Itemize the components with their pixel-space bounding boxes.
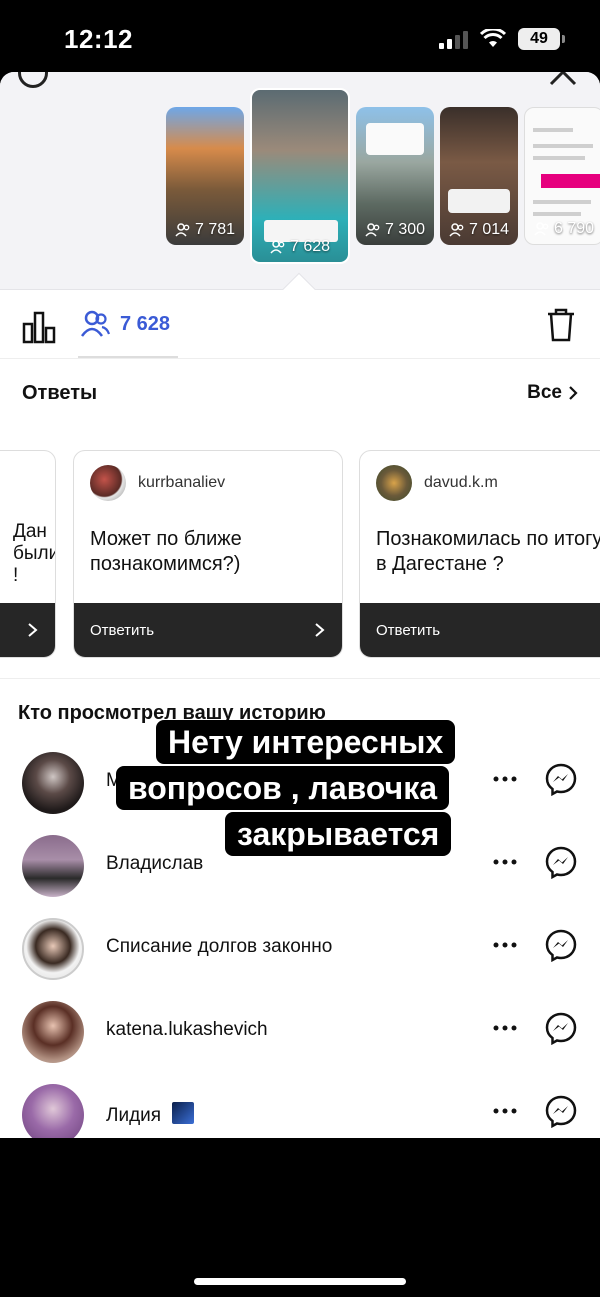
more-options-icon[interactable]	[492, 1096, 518, 1126]
status-icons: 49	[439, 28, 565, 50]
avatar	[22, 1001, 84, 1063]
viewer-name: katena.lukashevich	[106, 1019, 268, 1040]
messenger-icon[interactable]	[544, 845, 578, 879]
avatar	[22, 918, 84, 980]
viewers-count: 7 628	[120, 312, 171, 335]
bar-chart-icon[interactable]	[22, 310, 56, 344]
answer-username: kurrbanaliev	[138, 474, 226, 491]
messenger-icon[interactable]	[544, 928, 578, 962]
close-icon[interactable]	[548, 72, 578, 88]
story-viewer-count: 7 781	[166, 221, 244, 239]
viewer-name: Лидия	[106, 1102, 195, 1127]
story-thumbnail[interactable]: 7 781	[166, 107, 244, 245]
chevron-right-icon	[315, 623, 325, 637]
answers-title: Ответы	[22, 381, 98, 404]
question-sticker	[448, 189, 510, 213]
wifi-icon	[480, 29, 506, 47]
answer-cards: Дан были ! kurrbanaliev Может по ближе п…	[0, 450, 600, 658]
messenger-icon[interactable]	[544, 1094, 578, 1128]
more-options-icon[interactable]	[492, 930, 518, 960]
messenger-icon[interactable]	[544, 762, 578, 796]
avatar	[22, 1084, 84, 1138]
viewers-icon	[80, 310, 110, 337]
divider	[0, 678, 600, 679]
home-indicator	[194, 1278, 406, 1285]
story-viewer-count: 7 014	[440, 221, 518, 239]
answer-user: kurrbanaliev	[90, 465, 225, 501]
question-sticker	[366, 123, 424, 155]
battery-indicator: 49	[518, 28, 565, 50]
avatar	[376, 465, 412, 501]
status-bar: 12:12 49	[0, 0, 600, 72]
answer-user: davud.k.m	[376, 465, 498, 501]
reply-button[interactable]	[0, 603, 55, 657]
answer-card[interactable]: Дан были !	[0, 450, 56, 658]
story-thumbnail[interactable]: 7 300	[356, 107, 434, 245]
answer-card[interactable]: kurrbanaliev Может по ближе познакомимся…	[73, 450, 343, 658]
avatar	[22, 835, 84, 897]
story-thumbnail-selected[interactable]: 7 628	[250, 88, 350, 264]
avatar	[90, 465, 126, 501]
chevron-right-icon	[28, 623, 38, 637]
answer-question: Познакомилась по итогу в Дагестане ?	[376, 528, 600, 575]
answer-card[interactable]: davud.k.m Познакомилась по итогу в Дагес…	[359, 450, 600, 658]
tab-viewers[interactable]: 7 628	[80, 310, 170, 338]
cellular-signal-icon	[439, 29, 468, 49]
settings-gear-icon[interactable]	[18, 72, 48, 88]
more-options-icon[interactable]	[492, 764, 518, 794]
viewer-row[interactable]: Списание долгов законно	[0, 908, 600, 988]
viewers-icon	[175, 223, 190, 237]
answer-username: davud.k.m	[424, 474, 498, 491]
more-options-icon[interactable]	[492, 1013, 518, 1043]
story-insights-sheet: 7 781 7 628 7 300 7 014 6 790 7 628 Отве…	[0, 72, 600, 1138]
caption-line-3: закрывается	[225, 812, 452, 856]
avatar	[22, 752, 84, 814]
viewers-icon	[270, 240, 285, 254]
story-thumbnail-strip[interactable]: 7 781 7 628 7 300 7 014 6 790	[0, 72, 600, 310]
more-options-icon[interactable]	[492, 847, 518, 877]
viewer-row[interactable]: katena.lukashevich	[0, 991, 600, 1071]
see-all-button[interactable]: Все	[527, 382, 578, 404]
story-thumbnail[interactable]: 7 014	[440, 107, 518, 245]
answer-question: Может по ближе познакомимся?)	[90, 528, 242, 575]
reply-button[interactable]: Ответить	[360, 603, 600, 657]
viewer-name: Владислав	[106, 853, 204, 874]
trash-icon[interactable]	[546, 308, 576, 342]
viewers-icon	[365, 223, 380, 237]
reply-button[interactable]: Ответить	[74, 603, 342, 657]
answers-header: Ответы Все	[22, 378, 578, 408]
divider	[0, 358, 600, 359]
viewers-icon	[449, 223, 464, 237]
story-viewer-count: 6 790	[525, 220, 600, 238]
viewer-row[interactable]: Лидия	[0, 1074, 600, 1138]
viewer-name: Списание долгов законно	[106, 936, 333, 957]
caption-line-2: вопросов , лавочка	[116, 766, 449, 810]
story-viewer-count: 7 628	[252, 238, 348, 256]
caption-line-1: Нету интересных	[156, 720, 456, 764]
sparkle-emoji-icon	[172, 1102, 195, 1124]
answer-question: Дан были !	[13, 521, 56, 586]
chevron-right-icon	[569, 386, 578, 400]
status-time: 12:12	[64, 24, 133, 54]
viewers-icon	[534, 222, 549, 236]
story-thumbnail[interactable]: 6 790	[524, 107, 600, 245]
messenger-icon[interactable]	[544, 1011, 578, 1045]
story-viewer-count: 7 300	[356, 221, 434, 239]
insights-tabs: 7 628	[0, 290, 600, 358]
pink-sticker	[541, 174, 600, 188]
